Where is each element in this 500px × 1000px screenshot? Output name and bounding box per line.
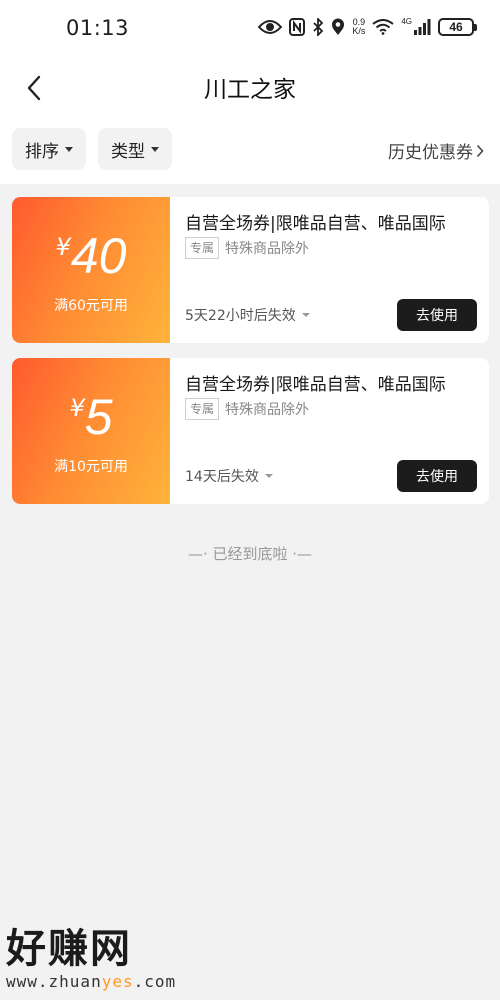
coupon-expiry-toggle[interactable]: 14天后失效 [185,466,273,486]
filter-bar: 排序 类型 历史优惠券 [0,116,500,184]
nfc-icon [289,18,306,36]
coupon-value-panel: ¥40 满60元可用 [12,197,170,343]
coupon-note: 特殊商品除外 [225,241,309,257]
end-of-list-text: —· 已经到底啦 ·— [187,545,313,563]
coupon-title: 自营全场券|限唯品自营、唯品国际 [185,214,446,234]
location-icon [332,18,345,35]
history-coupons-label: 历史优惠券 [388,143,473,163]
type-filter-button[interactable]: 类型 [98,128,172,170]
signal-icon [414,19,431,35]
watermark-logo: 好赚网 www.zhuanyes.com [6,916,196,996]
coupon-value-panel: ¥5 满10元可用 [12,358,170,504]
sort-filter-label: 排序 [25,141,59,162]
net-speed-unit: K/s [352,26,366,36]
status-bar: 01:13 0.9 K/s 4G 46 [0,0,500,60]
coupon-card: ¥5 满10元可用 自营全场券|限唯品自营、唯品国际 专属 特殊商品除外 14天… [12,358,489,504]
caret-down-icon [151,146,159,152]
watermark-url-part: www.zhuan [6,972,102,991]
coupon-amount: ¥40 [12,227,170,285]
type-filter-label: 类型 [111,141,145,162]
watermark-url: www.zhuanyes.com [6,972,196,991]
wifi-icon [372,19,394,35]
coupon-expiry-text: 14天后失效 [185,469,259,485]
coupon-tag: 专属 [185,398,220,420]
watermark-brand: 好赚网 [6,926,132,972]
coupon-currency: ¥ [69,394,85,422]
coupon-amount-value: 5 [84,389,113,445]
chevron-right-icon [476,144,484,157]
use-coupon-button[interactable]: 去使用 [397,460,477,492]
coupon-title: 自营全场券|限唯品自营、唯品国际 [185,375,446,395]
sort-filter-button[interactable]: 排序 [12,128,86,170]
perforation-edge [165,358,173,504]
caret-down-icon [65,146,73,152]
watermark-url-accent: yes [101,972,134,991]
page-title: 川工之家 [204,77,296,103]
coupon-expiry-text: 5天22小时后失效 [185,308,296,324]
coupon-threshold: 满60元可用 [54,298,128,314]
net-speed: 0.9 K/s [352,18,365,36]
eye-icon [258,20,283,34]
coupon-tag: 专属 [185,237,220,259]
status-time: 01:13 [66,16,130,40]
battery-icon: 46 [438,18,477,36]
history-coupons-link[interactable]: 历史优惠券 [388,138,484,163]
coupon-currency: ¥ [55,233,71,261]
coupon-threshold: 满10元可用 [54,459,128,475]
coupon-amount-value: 40 [70,228,127,284]
coupon-card: ¥40 满60元可用 自营全场券|限唯品自营、唯品国际 专属 特殊商品除外 5天… [12,197,489,343]
coupon-expiry-toggle[interactable]: 5天22小时后失效 [185,305,310,325]
coupon-note: 特殊商品除外 [225,402,309,418]
perforation-edge [165,197,173,343]
caret-down-icon [301,313,310,317]
network-type: 4G [401,16,412,26]
bluetooth-icon [313,18,324,36]
header: 川工之家 [0,60,500,116]
watermark-url-part: .com [133,972,177,991]
use-coupon-button[interactable]: 去使用 [397,299,477,331]
status-icons: 0.9 K/s 4G 46 [258,16,477,36]
caret-down-icon [264,474,273,478]
coupon-amount: ¥5 [12,388,170,446]
